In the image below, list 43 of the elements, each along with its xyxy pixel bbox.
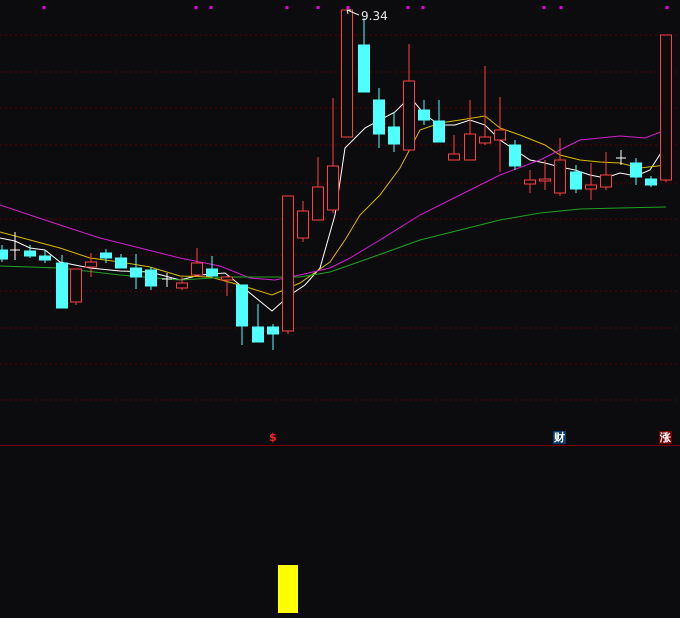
candlestick (85, 252, 97, 278)
candlestick (539, 160, 551, 190)
candlestick (236, 284, 248, 346)
candlestick (312, 156, 324, 220)
candlestick (524, 170, 536, 194)
candlestick (373, 88, 385, 148)
candlestick (388, 112, 400, 152)
candlestick (145, 266, 157, 290)
high-price-label: 9.34 (361, 9, 388, 23)
candlestick (600, 152, 612, 190)
candlestick (24, 244, 36, 258)
candlestick (418, 100, 430, 126)
candlestick (130, 254, 142, 290)
candlestick (297, 200, 309, 242)
candlestick (206, 256, 218, 278)
candlestick (616, 150, 626, 166)
candlestick (115, 254, 127, 268)
candlestick (0, 244, 8, 262)
finance-marker: 财 (553, 431, 566, 444)
candlestick (267, 324, 279, 350)
candlestick (645, 176, 657, 188)
volume-bar (278, 565, 298, 613)
candlestick (448, 134, 460, 160)
candlestick (464, 100, 476, 160)
candlestick (585, 162, 597, 200)
candlestick (162, 272, 172, 288)
candlestick (221, 276, 233, 296)
candlestick (630, 158, 642, 186)
candlestick (100, 248, 112, 264)
rise-marker: 涨 (659, 431, 672, 444)
candlestick (433, 100, 445, 142)
candlestick (56, 254, 68, 308)
candlestick (176, 276, 188, 290)
candlestick (70, 268, 82, 306)
dollar-marker: $ (268, 431, 278, 444)
candlestick (39, 250, 51, 264)
candlestick (10, 232, 20, 260)
candlestick (191, 248, 203, 278)
candlestick (509, 140, 521, 170)
candlestick (554, 138, 566, 196)
candlestick (570, 164, 582, 194)
candlestick (252, 304, 264, 342)
arrow-icon (346, 9, 360, 17)
